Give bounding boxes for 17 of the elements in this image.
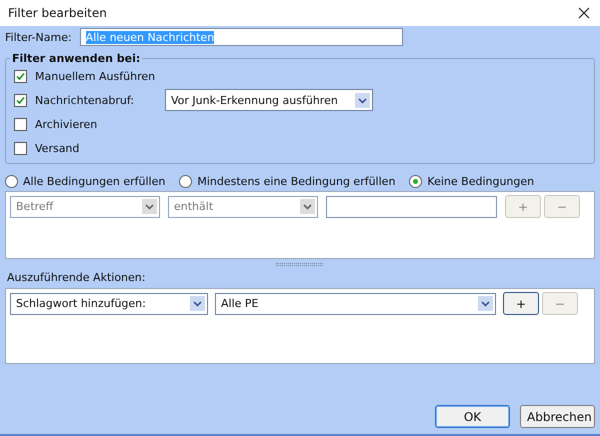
dialog-button[interactable]: OK (435, 405, 510, 428)
checkbox-label[interactable]: Nachrichtenabruf: (35, 94, 165, 106)
checkbox-label[interactable]: Archivieren (35, 118, 165, 130)
radio-label[interactable]: Keine Bedingungen (427, 174, 534, 188)
field-label: Filter-Name: (5, 30, 72, 44)
group-title: Filter anwenden bei: (11, 52, 142, 65)
window-title: Filter bearbeiten (8, 6, 107, 20)
add-button[interactable]: + (503, 292, 539, 315)
section-label: Auszuführende Aktionen: (7, 271, 146, 284)
radio-label[interactable]: Alle Bedingungen erfüllen (23, 174, 166, 188)
radio-label[interactable]: Mindestens eine Bedingung erfüllen (197, 174, 396, 188)
target-dropdown[interactable]: Alle PE (215, 292, 496, 314)
checkbox-label[interactable]: Manuellem Ausführen (35, 70, 165, 82)
timing-dropdown[interactable]: Vor Junk-Erkennung ausführen (165, 89, 373, 111)
dialog-button[interactable]: Abbrechen (520, 405, 595, 428)
checkbox-label[interactable]: Versand (35, 142, 165, 154)
action-dropdown[interactable]: Schlagwort hinzufügen: (10, 292, 208, 314)
